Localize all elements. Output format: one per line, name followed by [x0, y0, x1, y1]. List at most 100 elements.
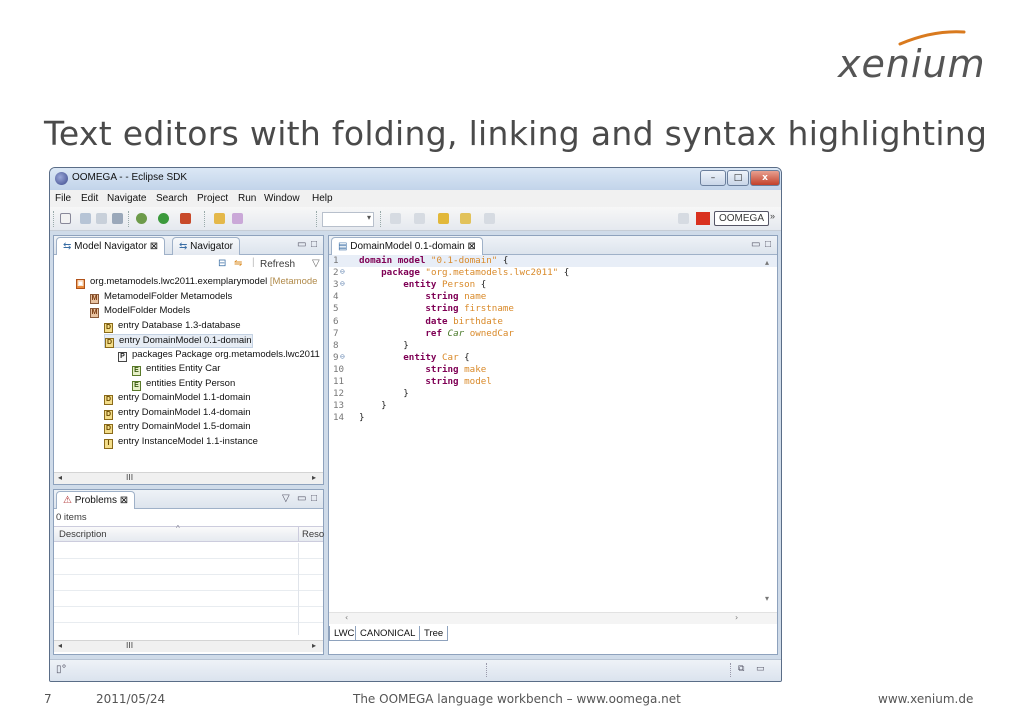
domain-entry-icon: D — [104, 409, 113, 420]
code-line[interactable]: 7 ref Car ownedCar — [329, 328, 759, 340]
code-line[interactable]: 6 date birthdate — [329, 316, 759, 328]
fast-view-icon[interactable]: ▯° — [56, 664, 67, 675]
maximize-button[interactable]: □ — [727, 170, 749, 186]
close-button[interactable]: x — [750, 170, 780, 186]
code-line[interactable]: 13 } — [329, 400, 759, 412]
code-line[interactable]: 1 domain model "0.1-domain" { — [329, 255, 759, 267]
scroll-down-icon[interactable]: ▾ — [765, 594, 769, 603]
toolbar-combo[interactable]: ▾ — [322, 212, 374, 227]
minimize-view-icon[interactable]: ▭ — [297, 239, 306, 250]
column-description[interactable]: Description — [59, 529, 107, 540]
maximize-view-icon[interactable]: □ — [311, 493, 317, 504]
scroll-left-icon[interactable]: ‹ — [345, 613, 348, 622]
scroll-right-icon[interactable]: ▸ — [312, 641, 316, 650]
new-icon[interactable] — [60, 213, 71, 224]
code-text: ref Car ownedCar — [359, 328, 514, 339]
minimize-button[interactable]: – — [700, 170, 726, 186]
restore-icon[interactable]: ⧉ — [738, 664, 744, 674]
tree-item[interactable]: Dentry DomainModel 1.4-domain — [104, 407, 251, 421]
tab-navigator[interactable]: ⇆ Navigator — [172, 237, 240, 255]
last-edit-icon[interactable] — [438, 213, 449, 224]
scroll-right-icon[interactable]: ▸ — [312, 473, 316, 482]
refresh-button[interactable]: Refresh — [260, 259, 295, 270]
maximize-view-icon[interactable]: □ — [765, 239, 771, 250]
code-line[interactable]: 3 ⊖ entity Person { — [329, 279, 759, 291]
tab-model-navigator[interactable]: ⇆ Model Navigator ⊠ — [56, 237, 166, 255]
code-line[interactable]: 10 string make — [329, 364, 759, 376]
previous-annotation-icon[interactable] — [414, 213, 425, 224]
minimize-view-icon[interactable]: ▭ — [751, 239, 760, 250]
code-line[interactable]: 4 string name — [329, 291, 759, 303]
code-line[interactable]: 8 } — [329, 340, 759, 352]
console-icon[interactable]: ▭ — [756, 664, 765, 674]
tree-item[interactable]: Ientry InstanceModel 1.1-instance — [104, 436, 258, 450]
problems-horizontal-scrollbar[interactable]: ◂ III ▸ — [54, 640, 323, 652]
scrollbar-thumb[interactable]: III — [126, 473, 133, 482]
scroll-right-icon[interactable]: › — [735, 613, 738, 622]
tab-problems[interactable]: ⚠ Problems ⊠ — [56, 491, 136, 509]
scroll-left-icon[interactable]: ◂ — [58, 641, 62, 650]
tree-item[interactable]: Dentry Database 1.3-database — [104, 320, 241, 334]
tree-item[interactable]: ▣ org.metamodels.lwc2011.exemplarymodel [… — [76, 276, 317, 290]
close-icon[interactable]: ⊠ — [468, 241, 476, 252]
menu-help[interactable]: Help — [312, 193, 333, 204]
open-perspective-icon[interactable] — [678, 213, 689, 224]
tree-item[interactable]: Eentities Entity Car — [132, 363, 220, 377]
fold-toggle-icon[interactable]: ⊖ — [340, 352, 345, 361]
save-icon[interactable] — [80, 213, 91, 224]
scroll-left-icon[interactable]: ◂ — [58, 473, 62, 482]
code-text: string make — [359, 364, 486, 375]
forward-icon[interactable] — [484, 213, 495, 224]
tab-canonical[interactable]: CANONICAL — [355, 626, 421, 641]
tab-tree[interactable]: Tree — [419, 626, 449, 641]
menu-run[interactable]: Run — [238, 193, 256, 204]
fold-toggle-icon[interactable]: ⊖ — [340, 279, 345, 288]
debug-icon[interactable] — [136, 213, 147, 224]
code-line[interactable]: 11 string model — [329, 376, 759, 388]
menu-search[interactable]: Search — [156, 193, 188, 204]
tree-item[interactable]: M MetamodelFolder Metamodels — [90, 291, 232, 305]
tree-item[interactable]: Dentry DomainModel 1.1-domain — [104, 392, 251, 406]
code-line[interactable]: 14} — [329, 412, 759, 424]
navigator-horizontal-scrollbar[interactable]: ◂ III ▸ — [54, 472, 323, 484]
menu-project[interactable]: Project — [197, 193, 228, 204]
print-icon[interactable] — [112, 213, 123, 224]
maximize-view-icon[interactable]: □ — [311, 239, 317, 250]
column-divider[interactable] — [298, 527, 299, 542]
close-icon[interactable]: ⊠ — [150, 241, 158, 252]
back-icon[interactable] — [460, 213, 471, 224]
tree-item[interactable]: Eentities Entity Person — [132, 378, 235, 392]
save-all-icon[interactable] — [96, 213, 107, 224]
tab-domainmodel[interactable]: ▤ DomainModel 0.1-domain ⊠ — [331, 237, 483, 255]
view-menu-icon[interactable]: ▽ — [312, 258, 320, 269]
code-line[interactable]: 2 ⊖ package "org.metamodels.lwc2011" { — [329, 267, 759, 279]
link-with-editor-icon[interactable]: ⇋ — [234, 258, 242, 269]
tree-item[interactable]: M ModelFolder Models — [90, 305, 190, 319]
code-line[interactable]: 9 ⊖ entity Car { — [329, 352, 759, 364]
open-folder-icon[interactable] — [214, 213, 225, 224]
run-icon[interactable] — [158, 213, 169, 224]
menu-window[interactable]: Window — [264, 193, 300, 204]
chevron-more-icon[interactable]: » — [770, 211, 775, 221]
code-editor[interactable]: 1 domain model "0.1-domain" {2 ⊖ package "… — [329, 255, 759, 615]
minimize-view-icon[interactable]: ▭ — [297, 493, 306, 504]
menu-file[interactable]: File — [55, 193, 71, 204]
menu-navigate[interactable]: Navigate — [107, 193, 146, 204]
code-line[interactable]: 5 string firstname — [329, 303, 759, 315]
view-menu-icon[interactable]: ▽ — [282, 493, 290, 504]
tree-item[interactable]: Ppackages Package org.metamodels.lwc2011 — [118, 349, 320, 363]
menu-edit[interactable]: Edit — [81, 193, 98, 204]
tree-item[interactable]: Dentry DomainModel 0.1-domain — [104, 334, 253, 348]
external-tools-icon[interactable] — [180, 213, 191, 224]
code-line[interactable]: 12 } — [329, 388, 759, 400]
close-icon[interactable]: ⊠ — [120, 495, 128, 506]
fold-toggle-icon[interactable]: ⊖ — [340, 267, 345, 276]
edit-icon[interactable] — [232, 213, 243, 224]
scroll-up-icon[interactable]: ▴ — [765, 258, 769, 267]
tree-item[interactable]: Dentry DomainModel 1.5-domain — [104, 421, 251, 435]
next-annotation-icon[interactable] — [390, 213, 401, 224]
column-resource[interactable]: Reso — [302, 529, 324, 540]
editor-horizontal-scrollbar[interactable]: ‹ › — [329, 612, 777, 624]
collapse-all-icon[interactable]: ⊟ — [218, 258, 226, 269]
scrollbar-thumb[interactable]: III — [126, 641, 133, 650]
